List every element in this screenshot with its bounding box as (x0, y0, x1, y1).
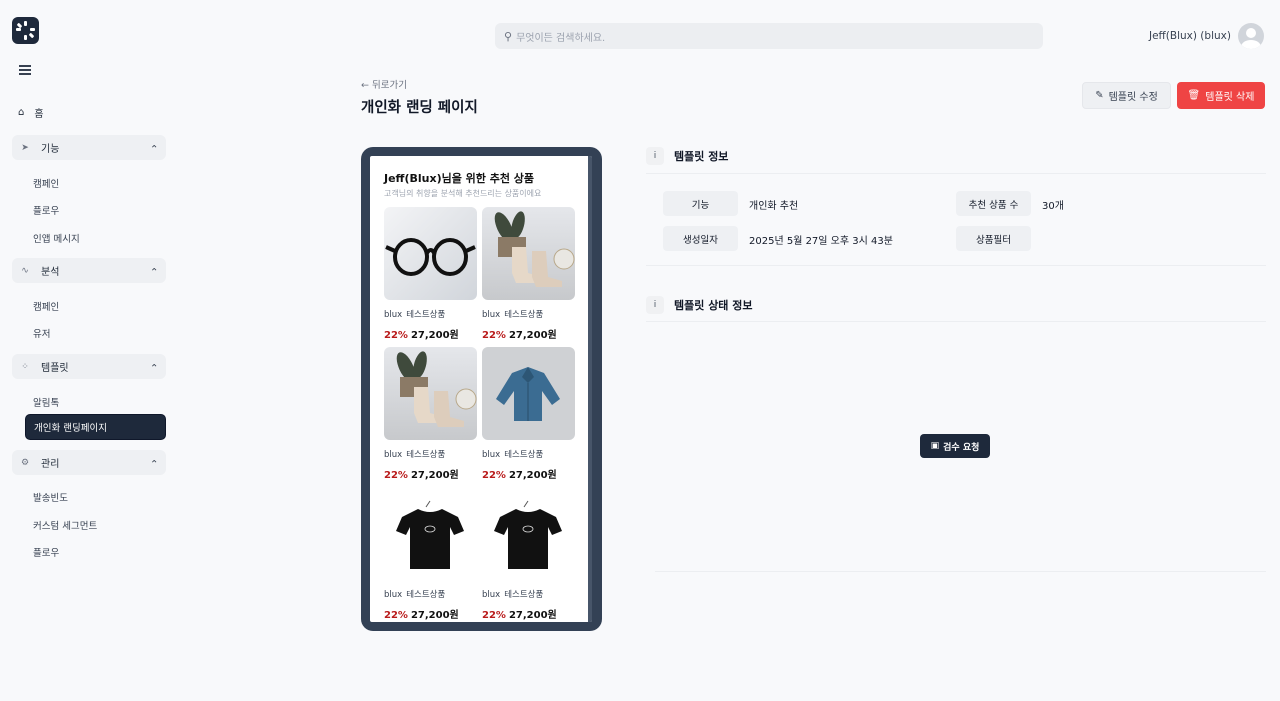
app-logo[interactable] (12, 17, 39, 44)
info-icon: i (646, 296, 664, 314)
glasses-image (384, 207, 477, 300)
divider (655, 571, 1266, 572)
chevron-up-icon: ⌄ (149, 361, 158, 372)
shapes-icon: ⁘ (21, 361, 29, 372)
created-date-value: 2025년 5월 27일 오후 3시 43분 (749, 236, 893, 247)
user-name: Jeff(Blux) (blux) (1149, 30, 1231, 42)
product-filter-label: 상품필터 (956, 226, 1031, 251)
denim-shirt-image (482, 347, 575, 440)
preview-title: Jeff(Blux)님을 위한 추천 상품 (384, 172, 535, 185)
paper-plane-icon: ➤ (21, 142, 29, 153)
home-icon: ⌂ (18, 107, 25, 118)
sidebar-item-management-flow[interactable]: 플로우 (33, 545, 59, 559)
chevron-up-icon: ⌄ (149, 142, 158, 153)
sidebar-item-custom-segment[interactable]: 커스텀 세그먼트 (33, 518, 97, 532)
product-card[interactable]: blux 테스트상품 22% 27,200원 (482, 487, 575, 621)
save-icon: ▣ (930, 441, 940, 451)
preview-subtitle: 고객님의 취향을 분석해 추천드리는 상품이에요 (384, 189, 542, 198)
product-card[interactable]: blux 테스트상품 22% 27,200원 (384, 347, 477, 481)
trash-icon: 🗑 (1187, 90, 1201, 101)
feature-label: 기능 (663, 191, 738, 216)
product-card[interactable]: blux 테스트상품 22% 27,200원 (482, 207, 575, 341)
preview-screen[interactable]: Jeff(Blux)님을 위한 추천 상품 고객님의 취향을 분석해 추천드리는… (370, 156, 592, 622)
sidebar-item-analytics-campaign[interactable]: 캠페인 (33, 299, 59, 313)
sidebar-item-inapp-message[interactable]: 인앱 메시지 (33, 231, 80, 245)
delete-template-button[interactable]: 🗑 템플릿 삭제 (1177, 82, 1265, 109)
edit-template-button[interactable]: ✎ 템플릿 수정 (1082, 82, 1171, 109)
review-request-button[interactable]: ▣ 검수 요청 (920, 434, 990, 458)
phone-preview: Jeff(Blux)님을 위한 추천 상품 고객님의 취향을 분석해 추천드리는… (361, 147, 602, 631)
divider (646, 265, 1266, 266)
feature-value: 개인화 추천 (749, 201, 799, 212)
gears-icon: ⚙ (20, 457, 30, 468)
sidebar-item-landing-page[interactable]: 개인화 랜딩페이지 (25, 414, 166, 440)
chevron-up-icon: ⌄ (149, 265, 158, 276)
created-date-label: 생성일자 (663, 226, 738, 251)
black-tshirt-image (384, 487, 477, 580)
sidebar-item-users[interactable]: 유저 (33, 326, 50, 340)
pulse-icon: ∿ (21, 265, 29, 276)
sidebar-item-flow[interactable]: 플로우 (33, 203, 59, 217)
product-card[interactable]: blux 테스트상품 22% 27,200원 (482, 347, 575, 481)
sidebar-item-home[interactable]: ⌂ 홈 (18, 105, 44, 120)
product-card[interactable]: blux 테스트상품 22% 27,200원 (384, 207, 477, 341)
sidebar-group-features[interactable]: ➤ 기능 ⌄ (12, 135, 166, 160)
sidebar-item-frequency[interactable]: 발송빈도 (33, 490, 68, 504)
boots-image (384, 347, 477, 440)
divider (646, 321, 1266, 322)
menu-toggle-icon[interactable] (19, 65, 31, 77)
back-link[interactable]: ← 뒤로가기 (361, 77, 407, 91)
info-icon: i (646, 147, 664, 165)
preview-scrollbar[interactable] (588, 156, 592, 622)
product-count-label: 추천 상품 수 (956, 191, 1031, 216)
black-tshirt-image (482, 487, 575, 580)
chevron-up-icon: ⌄ (149, 457, 158, 468)
sidebar-item-alimtalk[interactable]: 알림톡 (33, 395, 59, 409)
template-info-heading: i 템플릿 정보 (646, 147, 728, 165)
product-count-value: 30개 (1042, 201, 1064, 212)
search-input[interactable]: ⚲ 무엇이든 검색하세요. (495, 23, 1043, 49)
edit-icon: ✎ (1095, 90, 1104, 101)
search-icon: ⚲ (504, 29, 513, 43)
product-card[interactable]: blux 테스트상품 22% 27,200원 (384, 487, 477, 621)
avatar[interactable] (1238, 23, 1264, 49)
page-title: 개인화 랜딩 페이지 (361, 100, 478, 116)
sidebar-group-templates[interactable]: ⁘ 템플릿 ⌄ (12, 354, 166, 379)
sidebar-item-campaign[interactable]: 캠페인 (33, 176, 59, 190)
sidebar-group-analytics[interactable]: ∿ 분석 ⌄ (12, 258, 166, 283)
template-status-heading: i 템플릿 상태 정보 (646, 296, 753, 314)
divider (646, 173, 1266, 174)
boots-image (482, 207, 575, 300)
sidebar-group-management[interactable]: ⚙ 관리 ⌄ (12, 450, 166, 475)
